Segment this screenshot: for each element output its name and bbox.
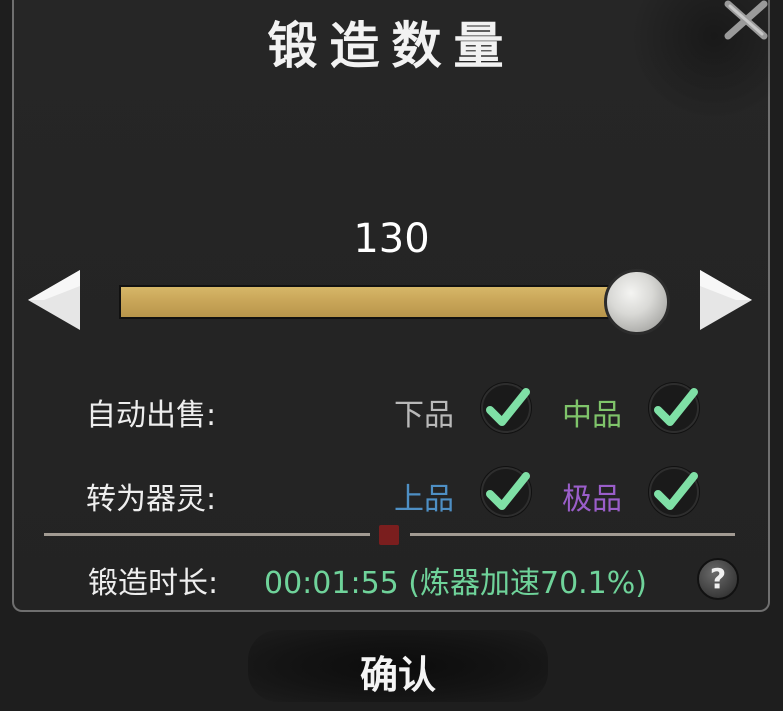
grade-high-label: 上品 [394, 482, 454, 517]
duration-label: 锻造时长: [88, 566, 219, 601]
quantity-slider[interactable] [119, 269, 670, 335]
question-icon[interactable]: ? [697, 558, 739, 600]
convert-spirit-label: 转为器灵: [86, 482, 217, 517]
close-icon[interactable] [724, 0, 768, 40]
confirm-button[interactable]: 确认 [248, 630, 548, 702]
confirm-label: 确认 [359, 653, 436, 697]
divider-right [410, 533, 735, 536]
seal-icon [379, 525, 399, 545]
checkmark-icon[interactable] [478, 464, 534, 520]
slider-handle[interactable] [604, 269, 670, 335]
divider-left [44, 533, 370, 536]
quantity-value: 130 [353, 216, 430, 262]
dialog-title: 锻造数量 [267, 16, 516, 75]
arrow-left-icon[interactable] [24, 266, 82, 334]
duration-value: 00:01:55 (炼器加速70.1%) [264, 566, 647, 601]
checkmark-icon[interactable] [646, 380, 702, 436]
checkmark-icon[interactable] [478, 380, 534, 436]
grade-top-label: 极品 [562, 482, 622, 517]
forge-quantity-dialog: 锻造数量 130 自动出售: 下品 中品 转为器灵: 上品 极品 锻造时长: 0… [0, 0, 783, 711]
checkmark-icon[interactable] [646, 464, 702, 520]
grade-mid-label: 中品 [562, 398, 622, 433]
arrow-right-icon[interactable] [698, 266, 756, 334]
slider-fill [121, 287, 633, 317]
auto-sell-label: 自动出售: [86, 398, 217, 433]
grade-low-label: 下品 [394, 398, 454, 433]
